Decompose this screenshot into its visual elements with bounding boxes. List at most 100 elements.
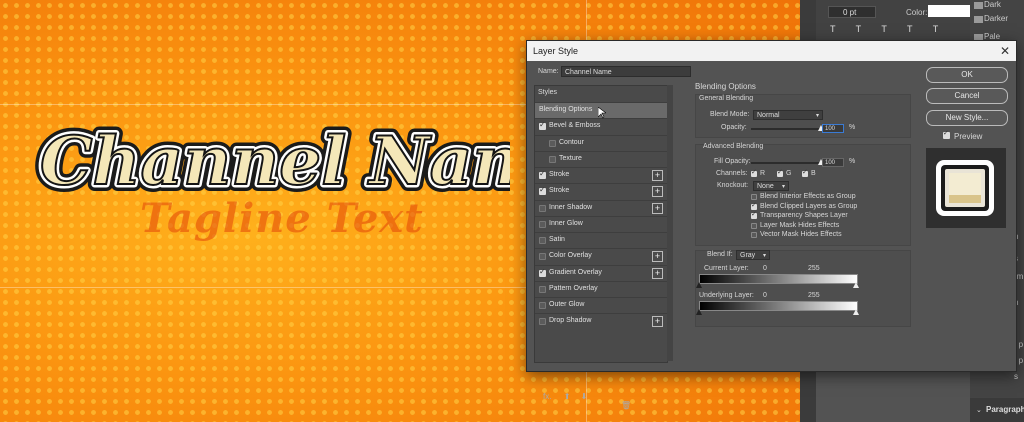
- slider-knob[interactable]: [853, 309, 859, 315]
- style-item[interactable]: Texture: [535, 150, 667, 168]
- knockout-select[interactable]: None ▾: [753, 181, 789, 191]
- style-checkbox[interactable]: [539, 185, 546, 196]
- name-input[interactable]: Channel Name: [561, 66, 691, 77]
- style-checkbox[interactable]: [549, 155, 556, 163]
- style-checkbox[interactable]: [549, 139, 556, 147]
- slider-knob[interactable]: [853, 282, 859, 288]
- style-item-label: Contour: [559, 138, 584, 146]
- arrow-up-icon[interactable]: ⬆: [564, 392, 571, 401]
- styles-scrollbar[interactable]: [667, 85, 673, 361]
- style-preview-thumbnail: [936, 160, 994, 216]
- paragraph-panel-tab[interactable]: ⌄ Paragraph: [970, 398, 1024, 422]
- add-style-icon[interactable]: +: [652, 251, 663, 263]
- type-style-buttons[interactable]: T T T T T: [830, 24, 947, 34]
- advanced-blending-title: Advanced Blending: [703, 143, 764, 150]
- add-style-icon[interactable]: +: [652, 202, 663, 214]
- underlying-layer-slider[interactable]: [696, 309, 859, 315]
- style-item[interactable]: Outer Glow: [535, 297, 667, 314]
- tagline-artwork: Tagline Text: [140, 195, 424, 242]
- style-item[interactable]: Stroke +: [535, 167, 667, 184]
- blend-mode-label: Blend Mode:: [710, 111, 750, 118]
- advanced-option-checkbox[interactable]: [751, 232, 757, 238]
- blend-if-select[interactable]: Gray ▾: [736, 250, 770, 260]
- style-item[interactable]: Satin: [535, 232, 667, 249]
- channel-b-label: B: [811, 170, 816, 177]
- title-artwork-fill: Channel Name: [40, 122, 510, 200]
- add-style-icon[interactable]: +: [652, 186, 663, 198]
- preview-checkbox[interactable]: [943, 129, 950, 139]
- add-style-icon[interactable]: +: [652, 170, 663, 181]
- advanced-option-checkbox[interactable]: [751, 222, 757, 229]
- style-checkbox[interactable]: [539, 169, 546, 179]
- close-icon[interactable]: ✕: [1000, 41, 1010, 61]
- style-item-label: Satin: [549, 236, 565, 243]
- preview-label: Preview: [954, 132, 983, 141]
- style-item[interactable]: Inner Glow: [535, 215, 667, 233]
- style-checkbox[interactable]: [539, 318, 546, 326]
- styles-list: Styles Blending Options Bevel & Emboss Con…: [534, 85, 668, 410]
- style-item[interactable]: Bevel & Emboss: [535, 118, 667, 135]
- advanced-option-checkbox[interactable]: [751, 210, 757, 219]
- style-checkbox[interactable]: [539, 120, 546, 131]
- slider-knob[interactable]: [696, 282, 702, 288]
- channel-r-checkbox[interactable]: [751, 168, 757, 177]
- cancel-button[interactable]: Cancel: [926, 88, 1008, 104]
- style-item-label: Gradient Overlay: [549, 268, 602, 276]
- advanced-option-checkbox[interactable]: [751, 201, 757, 210]
- chevron-down-icon: ⌄: [976, 407, 982, 414]
- style-checkbox[interactable]: [539, 237, 546, 244]
- add-style-icon[interactable]: +: [652, 316, 663, 328]
- advanced-option-checkbox[interactable]: [751, 194, 757, 200]
- dialog-title-bar[interactable]: Layer Style ✕: [527, 41, 1016, 61]
- style-item[interactable]: Contour: [535, 134, 667, 152]
- opacity-input[interactable]: 100: [822, 124, 844, 133]
- style-checkbox[interactable]: [539, 302, 546, 309]
- opacity-slider[interactable]: [751, 125, 824, 131]
- size-field[interactable]: 0 pt: [828, 6, 876, 18]
- current-layer-gradient[interactable]: [699, 274, 858, 284]
- advanced-option-label: Vector Mask Hides Effects: [760, 231, 842, 238]
- underlying-layer-gradient[interactable]: [699, 301, 858, 311]
- new-style-button[interactable]: New Style...: [926, 110, 1008, 126]
- ok-button[interactable]: OK: [926, 67, 1008, 83]
- channel-g-checkbox[interactable]: [777, 168, 783, 177]
- underlying-layer-label: Underlying Layer:: [699, 292, 754, 299]
- style-item[interactable]: Color Overlay +: [535, 248, 667, 265]
- style-item[interactable]: Drop Shadow +: [535, 313, 667, 330]
- percent-label: %: [849, 158, 856, 165]
- style-item[interactable]: Pattern Overlay: [535, 280, 667, 298]
- style-item[interactable]: Inner Shadow +: [535, 199, 667, 217]
- fill-opacity-input[interactable]: 100: [822, 158, 844, 167]
- swatch-group[interactable]: Darker: [984, 14, 1008, 23]
- trash-icon[interactable]: 🗑: [621, 401, 631, 410]
- channel-b-checkbox[interactable]: [802, 168, 808, 177]
- style-checkbox[interactable]: [539, 285, 546, 293]
- style-item-label: Pattern Overlay: [549, 284, 598, 292]
- blend-if-label: Blend If:: [707, 251, 733, 258]
- style-checkbox[interactable]: [539, 253, 546, 261]
- style-preview: [926, 148, 1006, 228]
- add-style-icon[interactable]: +: [652, 267, 663, 279]
- style-checkbox[interactable]: [539, 204, 546, 212]
- current-layer-slider[interactable]: [696, 282, 859, 288]
- styles-header[interactable]: Styles: [538, 89, 557, 96]
- style-item-label: Texture: [559, 154, 582, 162]
- swatch-group[interactable]: Dark: [984, 0, 1001, 9]
- fx-icon[interactable]: fx.: [543, 392, 551, 401]
- style-item[interactable]: Gradient Overlay +: [535, 264, 667, 282]
- slider-knob[interactable]: [696, 309, 702, 315]
- chevron-down-icon: ▾: [815, 113, 819, 119]
- style-item[interactable]: Stroke +: [535, 183, 667, 200]
- style-checkbox[interactable]: [539, 220, 546, 228]
- fill-opacity-slider[interactable]: [751, 159, 824, 165]
- style-item-label: Color Overlay: [549, 252, 592, 260]
- general-blending-title: General Blending: [699, 95, 754, 102]
- blend-mode-select[interactable]: Normal ▾: [753, 110, 823, 120]
- style-checkbox[interactable]: [539, 267, 546, 277]
- percent-label: %: [849, 124, 856, 131]
- chevron-down-icon: ▾: [781, 184, 785, 190]
- blend-if-value: Gray: [740, 252, 756, 259]
- arrow-down-icon[interactable]: ⬇: [581, 392, 588, 401]
- advanced-option-label: Blend Interior Effects as Group: [760, 193, 856, 200]
- style-item-label: Bevel & Emboss: [549, 122, 601, 130]
